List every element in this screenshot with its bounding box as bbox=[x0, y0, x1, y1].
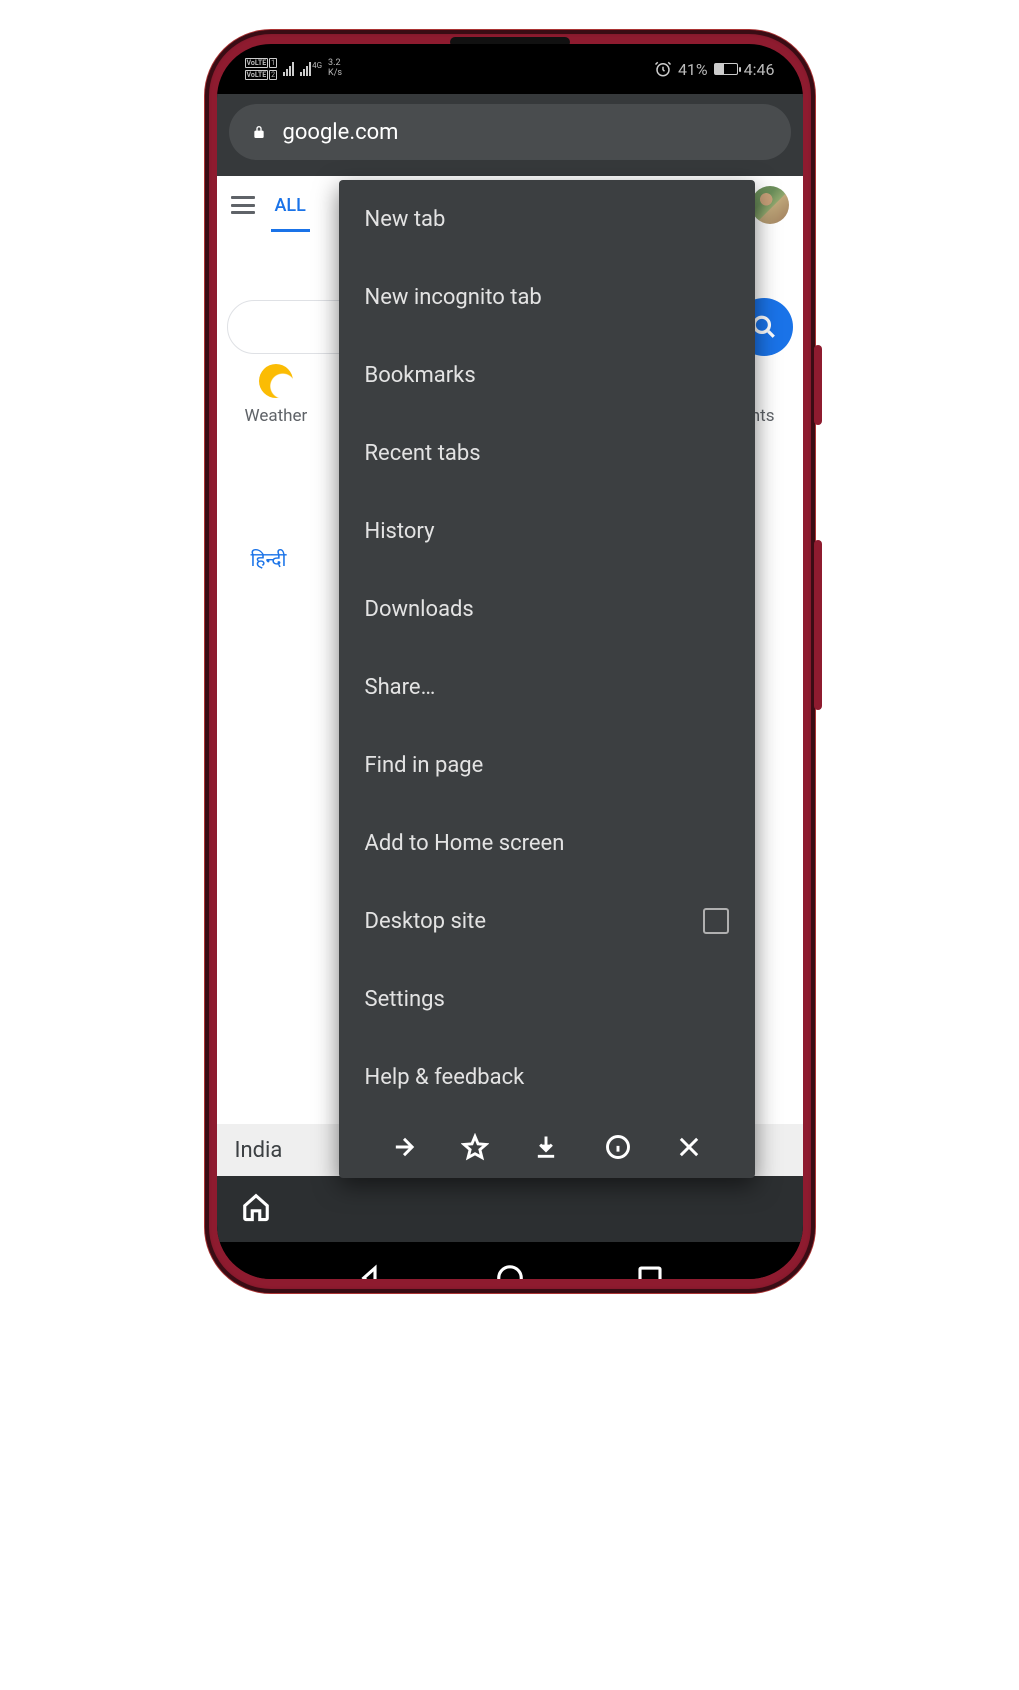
menu-desktop-site[interactable]: Desktop site bbox=[339, 882, 755, 960]
lock-icon bbox=[251, 123, 267, 141]
overview-button[interactable] bbox=[635, 1263, 665, 1279]
menu-settings[interactable]: Settings bbox=[339, 960, 755, 1038]
menu-recent-tabs[interactable]: Recent tabs bbox=[339, 414, 755, 492]
forward-icon[interactable] bbox=[390, 1133, 418, 1161]
menu-share[interactable]: Share… bbox=[339, 648, 755, 726]
menu-bookmarks[interactable]: Bookmarks bbox=[339, 336, 755, 414]
phone-frame: VoLTE1 VoLTE2 4G 3.2 K/s 41% 4:46 bbox=[205, 30, 815, 1293]
menu-help-feedback[interactable]: Help & feedback bbox=[339, 1038, 755, 1116]
menu-find-in-page[interactable]: Find in page bbox=[339, 726, 755, 804]
bottom-toolbar bbox=[217, 1176, 803, 1242]
phone-screen: VoLTE1 VoLTE2 4G 3.2 K/s 41% 4:46 bbox=[217, 44, 803, 1279]
battery-text: 41% bbox=[678, 60, 708, 79]
sim2-label: 2 bbox=[269, 70, 277, 80]
status-bar: VoLTE1 VoLTE2 4G 3.2 K/s 41% 4:46 bbox=[217, 44, 803, 94]
android-nav-bar bbox=[217, 1242, 803, 1279]
overflow-menu: New tab New incognito tab Bookmarks Rece… bbox=[339, 180, 755, 1178]
star-icon[interactable] bbox=[461, 1133, 489, 1161]
volume-button bbox=[814, 540, 822, 710]
home-button[interactable] bbox=[241, 1192, 271, 1226]
power-button bbox=[814, 345, 822, 425]
menu-add-home-screen[interactable]: Add to Home screen bbox=[339, 804, 755, 882]
volte-label-1: VoLTE bbox=[245, 58, 269, 68]
network-type: 4G bbox=[312, 62, 322, 70]
info-icon[interactable] bbox=[604, 1133, 632, 1161]
menu-new-tab[interactable]: New tab bbox=[339, 180, 755, 258]
menu-downloads[interactable]: Downloads bbox=[339, 570, 755, 648]
weather-shortcut[interactable]: Weather bbox=[245, 364, 308, 426]
close-icon[interactable] bbox=[675, 1133, 703, 1161]
download-icon[interactable] bbox=[532, 1133, 560, 1161]
home-nav-button[interactable] bbox=[495, 1263, 525, 1279]
signal-icon bbox=[283, 62, 294, 76]
signal-icon-2 bbox=[300, 62, 311, 76]
weather-label: Weather bbox=[245, 406, 308, 426]
browser-toolbar: google.com bbox=[217, 94, 803, 176]
sim1-label: 1 bbox=[269, 58, 277, 68]
battery-icon bbox=[714, 63, 738, 75]
weather-icon bbox=[259, 364, 293, 398]
avatar[interactable] bbox=[751, 186, 789, 224]
url-text: google.com bbox=[283, 120, 399, 145]
url-bar[interactable]: google.com bbox=[229, 104, 791, 160]
menu-new-incognito[interactable]: New incognito tab bbox=[339, 258, 755, 336]
tab-all[interactable]: ALL bbox=[271, 179, 310, 232]
menu-history[interactable]: History bbox=[339, 492, 755, 570]
network-speed: 3.2 K/s bbox=[328, 59, 342, 79]
desktop-site-checkbox[interactable] bbox=[703, 908, 729, 934]
volte-label-2: VoLTE bbox=[245, 70, 269, 80]
back-button[interactable] bbox=[355, 1263, 385, 1279]
alarm-icon bbox=[654, 60, 672, 78]
hamburger-icon[interactable] bbox=[231, 196, 255, 214]
clock-text: 4:46 bbox=[744, 60, 775, 79]
menu-action-bar bbox=[339, 1116, 755, 1178]
